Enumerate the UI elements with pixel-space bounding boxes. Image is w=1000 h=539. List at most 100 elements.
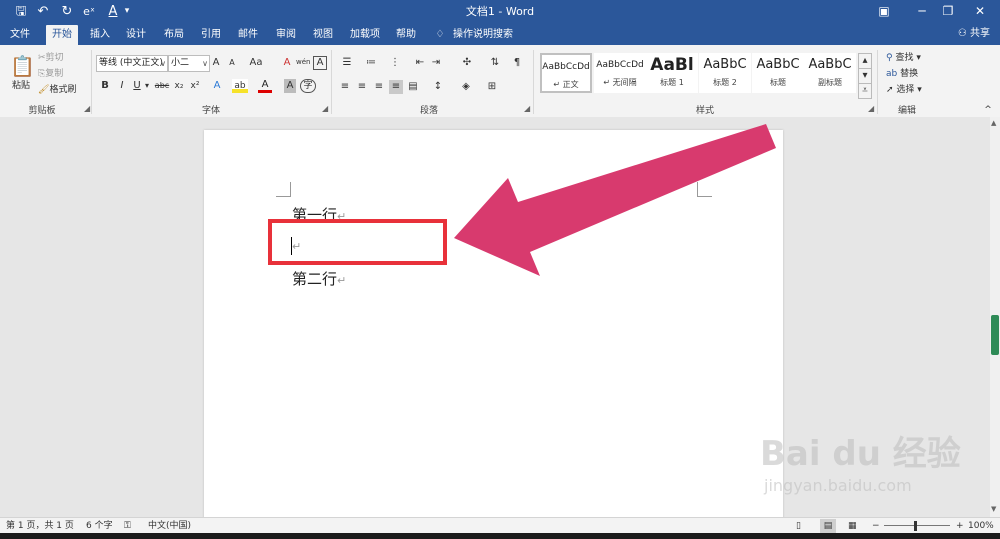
tab-file[interactable]: 文件 (4, 25, 36, 45)
numbering-icon[interactable]: ≔ (362, 56, 380, 70)
tab-help[interactable]: 帮助 (390, 25, 422, 45)
cut-button[interactable]: ✂剪切 (38, 51, 74, 65)
paste-button[interactable]: 粘贴 (10, 79, 32, 93)
align-center-icon[interactable]: ≡ (355, 80, 369, 94)
distributed-icon[interactable]: ▤ (406, 80, 420, 94)
page-count[interactable]: 第 1 页，共 1 页 (6, 519, 74, 533)
paragraph-mark-icon: ↵ (337, 274, 347, 287)
style-heading-2[interactable]: AaBbC 标题 2 (699, 53, 751, 93)
grow-font-icon[interactable]: A (210, 56, 222, 70)
scroll-thumb[interactable] (991, 315, 999, 355)
watermark-logo: Bai du 经验 jingyan.baidu.com (760, 432, 970, 522)
format-painter-button[interactable]: 🖌格式刷 (38, 83, 84, 97)
text-effects-icon[interactable]: A (210, 79, 224, 93)
styles-scroll-down-icon[interactable]: ▾ (858, 68, 872, 84)
shrink-font-icon[interactable]: A (226, 56, 238, 70)
highlight-icon[interactable]: ab (232, 79, 248, 93)
chinese-layout-icon[interactable]: ✣ (458, 56, 476, 70)
ribbon-tabs: 文件 开始 插入 设计 布局 引用 邮件 审阅 视图 帮助 加载项 ♢ 操作说明… (0, 23, 1000, 45)
scroll-down-icon[interactable]: ▼ (991, 505, 996, 513)
clipboard-group-label: 剪贴板 (28, 106, 56, 116)
bullets-icon[interactable]: ☰ (338, 56, 356, 70)
read-mode-icon[interactable]: ▯ (796, 519, 801, 533)
style-title[interactable]: AaBbC 标题 (752, 53, 804, 93)
paragraph-launcher-icon[interactable]: ◢ (524, 104, 530, 113)
superscript-button[interactable]: x² (189, 79, 201, 93)
zoom-in-icon[interactable]: + (956, 519, 964, 533)
vertical-scrollbar[interactable]: ▲ ▼ (990, 117, 1000, 517)
tab-design[interactable]: 设计 (120, 25, 152, 45)
styles-scroll-up-icon[interactable]: ▴ (858, 53, 872, 69)
increase-indent-icon[interactable]: ⇥ (428, 56, 444, 70)
copy-button[interactable]: ⎘复制 (38, 67, 74, 81)
document-line-3[interactable]: 第二行↵ (292, 268, 346, 289)
tab-insert[interactable]: 插入 (84, 25, 116, 45)
clipboard-icon[interactable]: 📋 (10, 53, 35, 79)
scroll-up-icon[interactable]: ▲ (991, 119, 996, 127)
font-name-combo[interactable]: 等线 (中文正文) ∨ (96, 55, 168, 72)
styles-launcher-icon[interactable]: ◢ (868, 104, 874, 113)
style-heading-1[interactable]: AaBl 标题 1 (646, 53, 698, 93)
styles-more-icon[interactable]: ⩡ (858, 83, 872, 99)
language-status[interactable]: 中文(中国) (148, 519, 191, 533)
font-size-combo[interactable]: 小二 ∨ (168, 55, 210, 72)
char-shading-icon[interactable]: A (284, 79, 296, 93)
subscript-button[interactable]: x₂ (173, 79, 185, 93)
ribbon-display-icon[interactable]: ▣ (866, 0, 902, 23)
style-subtitle[interactable]: AaBbC 副标题 (804, 53, 856, 93)
tab-review[interactable]: 审阅 (270, 25, 302, 45)
document-page[interactable] (204, 130, 783, 520)
find-button[interactable]: ⚲ 查找 ▾ (886, 51, 936, 65)
phonetic-guide-icon[interactable]: wén (296, 55, 310, 69)
enclose-char-icon[interactable]: 字 (300, 79, 316, 93)
zoom-slider-track[interactable] (884, 525, 950, 526)
select-button[interactable]: ➚ 选择 ▾ (886, 83, 936, 97)
tab-home[interactable]: 开始 (46, 25, 78, 45)
char-border-icon[interactable]: A (313, 56, 327, 70)
clipboard-launcher-icon[interactable]: ◢ (84, 104, 90, 113)
proofing-icon[interactable]: ⚿ (124, 519, 131, 533)
close-button[interactable]: ✕ (962, 0, 998, 23)
tab-layout[interactable]: 布局 (158, 25, 190, 45)
tab-addins[interactable]: 加载项 (345, 25, 385, 45)
underline-button[interactable]: U (131, 79, 143, 93)
multilevel-list-icon[interactable]: ⋮ (386, 56, 404, 70)
align-left-icon[interactable]: ≡ (338, 80, 352, 94)
web-layout-icon[interactable]: ▦ (848, 519, 857, 533)
clear-format-icon[interactable]: A (280, 56, 294, 70)
highlight-box (268, 219, 447, 265)
line-spacing-icon[interactable]: ↕ (430, 80, 446, 94)
maximize-button[interactable]: ❐ (930, 0, 966, 23)
zoom-level[interactable]: 100% (968, 519, 994, 533)
justify-icon[interactable]: ≡ (389, 80, 403, 94)
print-layout-icon[interactable]: ▤ (820, 519, 836, 533)
bold-button[interactable]: B (99, 79, 111, 93)
align-right-icon[interactable]: ≡ (372, 80, 386, 94)
chevron-down-icon: ∨ (202, 59, 208, 68)
shading-icon[interactable]: ◈ (458, 80, 474, 94)
borders-icon[interactable]: ⊞ (484, 80, 500, 94)
zoom-slider-thumb[interactable] (914, 521, 917, 531)
style-normal[interactable]: AaBbCcDd ↵ 正文 (540, 53, 592, 93)
share-button[interactable]: ⚇ 共享 (958, 26, 990, 42)
tab-view[interactable]: 视图 (307, 25, 339, 45)
tell-me-search[interactable]: 操作说明搜索 (452, 25, 514, 45)
tab-references[interactable]: 引用 (195, 25, 227, 45)
replace-button[interactable]: ab 替换 (886, 67, 936, 81)
style-no-spacing[interactable]: AaBbCcDd ↵ 无间隔 (594, 53, 646, 93)
change-case-icon[interactable]: Aa (246, 56, 266, 70)
collapse-ribbon-icon[interactable]: ^ (982, 103, 994, 117)
chevron-down-icon[interactable]: ▾ (143, 79, 151, 93)
zoom-out-icon[interactable]: − (872, 519, 880, 533)
sort-icon[interactable]: ⇅ (488, 56, 502, 70)
italic-button[interactable]: I (116, 79, 128, 93)
tab-mailings[interactable]: 邮件 (232, 25, 264, 45)
margin-corner-top-left (276, 182, 291, 197)
group-divider (533, 50, 534, 114)
show-marks-icon[interactable]: ¶ (510, 56, 524, 70)
word-count[interactable]: 6 个字 (86, 519, 113, 533)
font-color-icon[interactable]: A (258, 79, 272, 93)
decrease-indent-icon[interactable]: ⇤ (412, 56, 428, 70)
strikethrough-button[interactable]: abc (153, 79, 171, 93)
font-launcher-icon[interactable]: ◢ (322, 104, 328, 113)
